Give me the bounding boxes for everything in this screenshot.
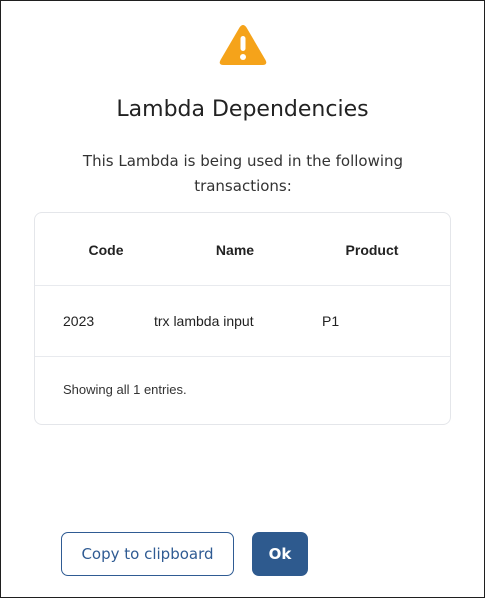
table-header-row: Code Name Product [35, 213, 450, 286]
column-header-product[interactable]: Product [327, 242, 417, 258]
dialog-title: Lambda Dependencies [116, 97, 369, 122]
cell-code: 2023 [63, 313, 95, 329]
cell-name: trx lambda input [154, 313, 254, 329]
copy-to-clipboard-button[interactable]: Copy to clipboard [61, 532, 234, 576]
lambda-dependencies-dialog: Lambda Dependencies This Lambda is being… [0, 0, 485, 598]
warning-triangle-icon [219, 25, 267, 65]
table-row[interactable]: 2023 trx lambda input P1 [35, 285, 450, 357]
ok-button[interactable]: Ok [252, 532, 308, 576]
table-entries-info: Showing all 1 entries. [63, 382, 187, 397]
transactions-table: Code Name Product 2023 trx lambda input … [34, 212, 451, 425]
dialog-message: This Lambda is being used in the followi… [82, 152, 404, 195]
cell-product: P1 [322, 313, 340, 329]
column-header-name[interactable]: Name [195, 242, 275, 258]
column-header-code[interactable]: Code [73, 242, 139, 258]
